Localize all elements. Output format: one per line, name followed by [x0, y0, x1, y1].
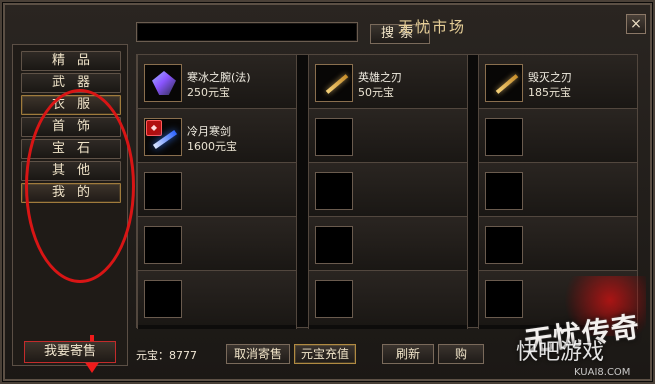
currency-display: 元宝：8777	[136, 349, 197, 362]
search-input[interactable]	[136, 22, 358, 42]
empty-slot[interactable]	[144, 226, 182, 264]
category-list: 精品 武器 衣服 首饰 宝石 其他 我的	[21, 51, 121, 205]
category-label: 衣服	[51, 97, 102, 112]
item-slot[interactable]: ◆	[144, 118, 182, 156]
item-price: 1600元宝	[187, 140, 237, 153]
empty-slot[interactable]	[485, 226, 523, 264]
market-cell[interactable]	[479, 109, 637, 163]
item-price: 250元宝	[187, 86, 230, 99]
market-cell[interactable]	[138, 163, 296, 217]
category-item[interactable]: 衣服	[21, 95, 121, 115]
market-cell[interactable]: 英雄之刃 50元宝	[309, 55, 467, 109]
ice-wrist-gem-icon	[152, 71, 176, 95]
buy-button[interactable]: 购	[438, 344, 484, 364]
cold-moon-sword-icon	[149, 125, 179, 151]
empty-slot[interactable]	[144, 172, 182, 210]
category-sidebar: 精品 武器 衣服 首饰 宝石 其他 我的	[12, 44, 135, 373]
empty-slot[interactable]	[315, 172, 353, 210]
empty-slot[interactable]	[144, 280, 182, 318]
category-label: 武器	[51, 75, 102, 90]
market-cell[interactable]	[309, 109, 467, 163]
market-cell[interactable]	[479, 271, 637, 325]
empty-slot[interactable]	[485, 118, 523, 156]
market-cell[interactable]	[309, 271, 467, 325]
market-cell[interactable]: 寒冰之腕(法) 250元宝	[138, 55, 296, 109]
destruction-blade-icon	[492, 72, 520, 96]
empty-slot[interactable]	[315, 280, 353, 318]
cancel-consign-button[interactable]: 取消寄售	[226, 344, 290, 364]
market-cell[interactable]	[309, 217, 467, 271]
site-url: KUAI8.COM	[574, 367, 631, 378]
close-icon: ×	[630, 16, 642, 32]
market-column: 英雄之刃 50元宝	[308, 55, 468, 329]
item-price: 50元宝	[358, 86, 394, 99]
item-name: 寒冰之腕(法)	[187, 71, 251, 84]
category-item[interactable]: 宝石	[21, 139, 121, 159]
market-column: 寒冰之腕(法) 250元宝 ◆ 冷月寒剑 1600元宝	[137, 55, 297, 329]
category-label: 我的	[51, 185, 102, 200]
recharge-button[interactable]: 元宝充值	[294, 344, 356, 364]
empty-slot[interactable]	[315, 226, 353, 264]
market-cell[interactable]: ◆ 冷月寒剑 1600元宝	[138, 109, 296, 163]
item-slot[interactable]	[485, 64, 523, 102]
item-name: 英雄之刃	[358, 71, 402, 84]
category-label: 宝石	[51, 141, 102, 156]
market-column: 毁灭之刃 185元宝	[478, 55, 638, 329]
category-label: 精品	[51, 53, 102, 68]
category-item[interactable]: 首饰	[21, 117, 121, 137]
empty-slot[interactable]	[485, 280, 523, 318]
category-label: 首饰	[51, 119, 102, 134]
category-item[interactable]: 我的	[21, 183, 121, 203]
item-slot[interactable]	[315, 64, 353, 102]
market-cell[interactable]	[138, 271, 296, 325]
market-cell[interactable]	[479, 217, 637, 271]
market-bottombar: 元宝：8777 取消寄售 元宝充值 刷新 购	[136, 342, 646, 368]
market-cell[interactable]	[479, 163, 637, 217]
close-button[interactable]: ×	[626, 14, 646, 34]
market-cell[interactable]	[138, 217, 296, 271]
item-name: 毁灭之刃	[528, 71, 572, 84]
hero-blade-icon	[322, 72, 350, 96]
market-window: 搜索 无忧市场 × 精品 武器 衣服 首饰 宝石 其他 我的 我要寄售 寒冰之腕…	[0, 0, 655, 384]
item-price: 185元宝	[528, 86, 571, 99]
item-slot[interactable]	[144, 64, 182, 102]
category-item[interactable]: 精品	[21, 51, 121, 71]
category-item[interactable]: 武器	[21, 73, 121, 93]
market-grid: 寒冰之腕(法) 250元宝 ◆ 冷月寒剑 1600元宝 英雄之刃 50元宝 毁灭…	[136, 54, 638, 329]
empty-slot[interactable]	[315, 118, 353, 156]
category-label: 其他	[51, 163, 102, 178]
refresh-button[interactable]: 刷新	[382, 344, 434, 364]
market-cell[interactable]: 毁灭之刃 185元宝	[479, 55, 637, 109]
market-title: 无忧市场	[397, 18, 466, 36]
item-name: 冷月寒剑	[187, 125, 231, 138]
market-cell[interactable]	[309, 163, 467, 217]
category-item[interactable]: 其他	[21, 161, 121, 181]
empty-slot[interactable]	[485, 172, 523, 210]
consign-button[interactable]: 我要寄售	[24, 341, 116, 363]
